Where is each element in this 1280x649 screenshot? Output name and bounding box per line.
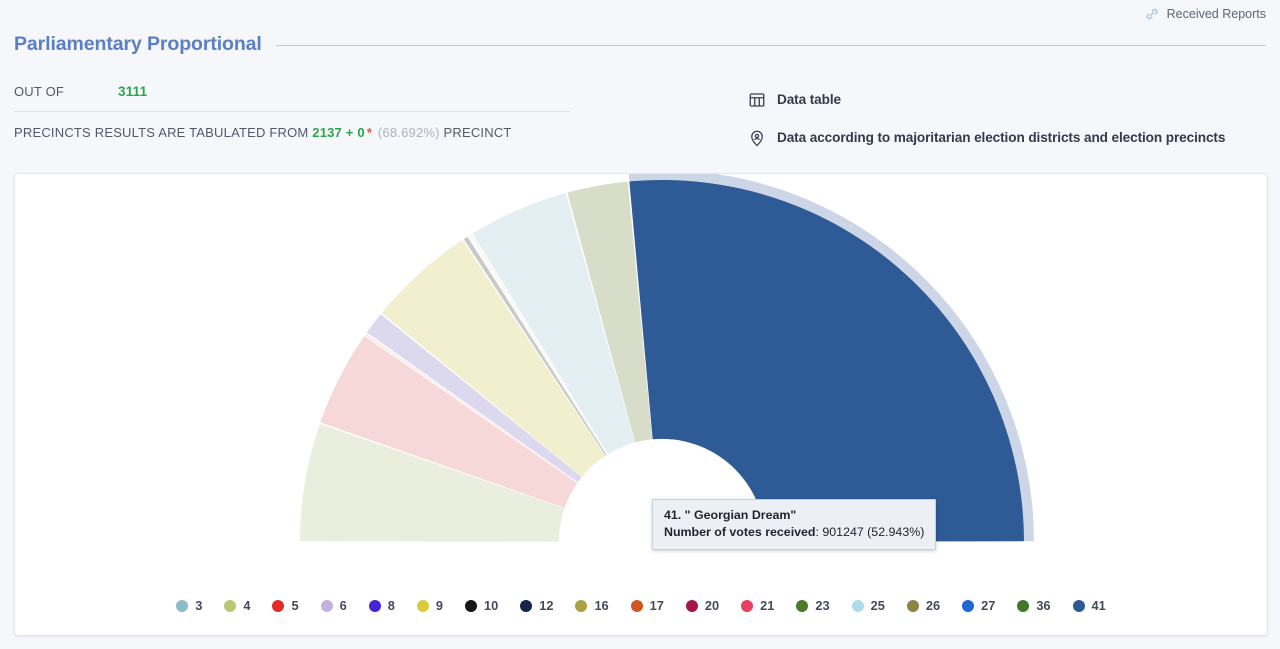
chart-card: 41. " Georgian Dream" Number of votes re… [14, 173, 1268, 636]
title-divider [275, 44, 1266, 46]
out-of-label: OUT OF [14, 84, 65, 99]
legend-label-23: 23 [815, 598, 830, 613]
legend-item-17[interactable]: 17 [630, 598, 664, 613]
legend-item-10[interactable]: 10 [464, 598, 499, 613]
page-title: Parliamentary Proportional [14, 32, 262, 55]
received-reports-label: Received Reports [1166, 7, 1266, 21]
legend-label-41: 41 [1091, 598, 1106, 613]
legend-item-12[interactable]: 12 [520, 598, 553, 613]
tooltip-title: 41. " Georgian Dream" [664, 508, 797, 522]
legend-swatch-6 [320, 599, 333, 612]
data-links: Data table Data according to majoritaria… [748, 86, 1225, 162]
title-row: Parliamentary Proportional [14, 29, 1266, 59]
out-of-row: OUT OF 3111 [14, 84, 570, 112]
precinct-stats: OUT OF 3111 PRECINCTS RESULTS ARE TABULA… [14, 84, 570, 140]
legend-label-3: 3 [195, 598, 203, 613]
legend-swatch-26 [906, 599, 919, 612]
legend-swatch-36 [1017, 599, 1030, 612]
legend-swatch-12 [520, 599, 533, 612]
legend-label-8: 8 [387, 598, 395, 613]
legend-label-9: 9 [435, 598, 443, 613]
legend-label-27: 27 [981, 598, 996, 613]
legend-item-41[interactable]: 41 [1072, 598, 1106, 613]
chart-legend: 3 4 5 6 8 9 10 12 16 17 20 21 23 25 26 27 36 41 [15, 598, 1267, 613]
tabulated-suffix: PRECINCT [443, 125, 512, 140]
legend-item-25[interactable]: 25 [851, 598, 885, 613]
legend-swatch-17 [630, 599, 643, 612]
tabulated-asterisk: * [366, 125, 373, 140]
legend-label-26: 26 [925, 598, 941, 613]
out-of-value: 3111 [118, 84, 148, 99]
received-reports-link[interactable]: Received Reports [1144, 6, 1266, 22]
tabulated-row: PRECINCTS RESULTS ARE TABULATED FROM 213… [14, 125, 570, 140]
tooltip-label: Number of votes received [664, 525, 816, 539]
legend-swatch-23 [796, 599, 809, 612]
legend-label-16: 16 [594, 598, 609, 613]
legend-swatch-21 [741, 599, 754, 612]
tooltip-value: 901247 (52.943%) [822, 525, 925, 539]
legend-swatch-27 [962, 599, 975, 612]
legend-item-27[interactable]: 27 [962, 598, 995, 613]
topbar: Received Reports [0, 0, 1280, 30]
legend-item-9[interactable]: 9 [416, 598, 443, 613]
legend-swatch-10 [464, 599, 477, 612]
legend-label-10: 10 [483, 598, 499, 613]
semicircle-donut-chart [300, 174, 1034, 542]
table-icon [748, 91, 766, 109]
chart-stage [15, 174, 1265, 574]
legend-swatch-5 [272, 599, 285, 612]
legend-swatch-8 [368, 599, 381, 612]
tabulated-prefix: PRECINCTS RESULTS ARE TABULATED FROM [14, 125, 309, 140]
legend-item-36[interactable]: 36 [1017, 598, 1051, 613]
legend-label-21: 21 [760, 598, 775, 613]
legend-item-23[interactable]: 23 [796, 598, 830, 613]
legend-label-25: 25 [870, 598, 885, 613]
location-pin-icon [748, 129, 766, 147]
legend-label-36: 36 [1036, 598, 1051, 613]
legend-item-6[interactable]: 6 [320, 598, 347, 613]
tabulated-percent: (68.692%) [377, 125, 440, 140]
districts-precincts-link[interactable]: Data according to majoritarian election … [748, 124, 1225, 151]
legend-swatch-41 [1072, 599, 1085, 612]
legend-swatch-3 [176, 599, 189, 612]
link-icon [1144, 6, 1160, 22]
legend-swatch-9 [416, 599, 429, 612]
legend-swatch-16 [575, 599, 588, 612]
legend-item-3[interactable]: 3 [176, 598, 202, 613]
legend-item-21[interactable]: 21 [741, 598, 774, 613]
tabulated-value: 2137 + 0 [312, 125, 365, 140]
data-table-label: Data table [777, 92, 841, 107]
legend-label-6: 6 [339, 598, 347, 613]
legend-item-26[interactable]: 26 [906, 598, 941, 613]
legend-item-20[interactable]: 20 [685, 598, 720, 613]
legend-swatch-4 [224, 599, 237, 612]
pie-slice-41[interactable] [629, 180, 1024, 542]
legend-label-5: 5 [291, 598, 299, 613]
legend-item-8[interactable]: 8 [368, 598, 395, 613]
legend-swatch-20 [685, 599, 698, 612]
districts-precincts-label: Data according to majoritarian election … [777, 130, 1226, 145]
legend-label-12: 12 [539, 598, 554, 613]
legend-label-20: 20 [704, 598, 720, 613]
legend-label-17: 17 [649, 598, 664, 613]
legend-item-16[interactable]: 16 [575, 598, 609, 613]
legend-item-4[interactable]: 4 [224, 598, 250, 613]
legend-label-4: 4 [243, 598, 251, 613]
data-table-link[interactable]: Data table [748, 86, 1225, 113]
legend-item-5[interactable]: 5 [272, 598, 299, 613]
pie-slices [300, 174, 1034, 542]
legend-swatch-25 [851, 599, 864, 612]
slice-tooltip: 41. " Georgian Dream" Number of votes re… [652, 499, 937, 550]
tooltip-detail: Number of votes received: 901247 (52.943… [664, 524, 924, 541]
